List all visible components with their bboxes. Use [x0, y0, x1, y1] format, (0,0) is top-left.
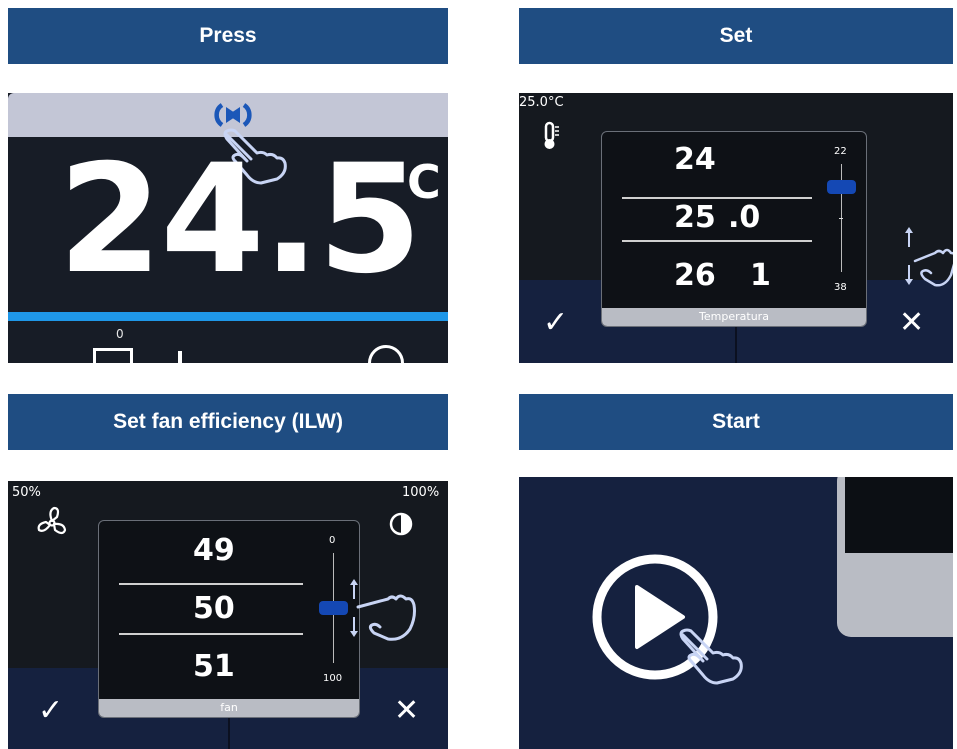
side-card-screen — [845, 477, 953, 553]
scroll-hand-icon — [344, 577, 424, 653]
slider-handle[interactable] — [827, 180, 856, 194]
bottom-arc-partial — [368, 345, 404, 363]
picker-divider-top — [119, 583, 303, 585]
cancel-button[interactable]: ✕ — [394, 693, 419, 728]
picker-row-below-dec[interactable]: 1 — [750, 258, 771, 293]
scale-bottom-label: 38 — [834, 282, 847, 293]
header-press: Press — [8, 8, 448, 64]
press-screen: 24.5 °C 0 — [8, 93, 448, 363]
confirm-button[interactable]: ✓ — [543, 305, 568, 340]
set-screen: 25.0°C 24 25 .0 26 1 22 38 Temperatura ✓… — [519, 93, 953, 363]
bottom-icon-partial — [93, 348, 133, 363]
accent-line — [8, 312, 448, 321]
temperature-value: 24.5 — [58, 133, 422, 307]
temperature-unit: °C — [384, 155, 441, 209]
picker-row-selected[interactable]: 50 — [193, 591, 235, 626]
fan-icon — [34, 505, 70, 541]
header-start: Start — [519, 394, 953, 450]
picker-row-above[interactable]: 49 — [193, 533, 235, 568]
zero-label: 0 — [116, 327, 124, 341]
picker-row-below[interactable]: 51 — [193, 649, 235, 684]
bottom-mark-partial — [178, 351, 182, 363]
picker-row-above[interactable]: 24 — [674, 142, 716, 177]
header-fan-efficiency: Set fan efficiency (ILW) — [8, 394, 448, 450]
picker-divider-bottom — [622, 240, 812, 242]
contrast-icon — [388, 511, 414, 537]
picker-dialog: 24 25 .0 26 1 22 38 Temperatura — [601, 131, 867, 327]
confirm-button[interactable]: ✓ — [38, 693, 63, 728]
fan-screen: 50% 100% 49 50 51 0 100 fan ✓ ✕ — [8, 481, 448, 749]
scale-top-label: 0 — [329, 535, 336, 546]
picker-divider-bottom — [119, 633, 303, 635]
picker-divider-top — [622, 197, 812, 199]
scroll-hand-icon — [905, 225, 953, 295]
picker-row-selected-dec[interactable]: .0 — [728, 200, 760, 235]
picker-row-below-int[interactable]: 26 — [674, 258, 716, 293]
header-set: Set — [519, 8, 953, 64]
scale-bottom-label: 100 — [323, 673, 343, 684]
scale-top-label: 22 — [834, 146, 847, 157]
start-screen — [519, 477, 953, 749]
picker-footer: fan — [99, 699, 359, 717]
hand-pointer-icon — [677, 627, 749, 691]
divider-line — [735, 323, 737, 363]
right-value-label: 100% — [402, 485, 440, 500]
picker-dialog: 49 50 51 0 100 fan — [98, 520, 360, 718]
current-temp-label: 25.0°C — [519, 95, 564, 110]
picker-row-selected-int[interactable]: 25 — [674, 200, 716, 235]
picker-footer: Temperatura — [602, 308, 866, 326]
thermometer-icon — [541, 121, 561, 151]
fan-value-label: 50% — [12, 485, 41, 500]
cancel-button[interactable]: ✕ — [899, 305, 924, 340]
slider-tick — [839, 218, 843, 219]
